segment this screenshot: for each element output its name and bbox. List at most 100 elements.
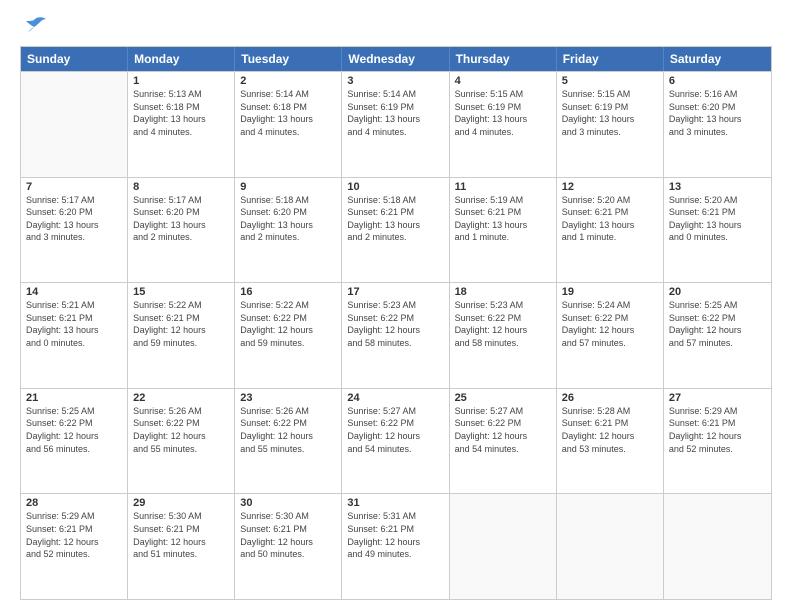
calendar-day-cell: 18Sunrise: 5:23 AM Sunset: 6:22 PM Dayli… <box>450 283 557 388</box>
day-number: 20 <box>669 286 766 298</box>
day-number: 15 <box>133 286 229 298</box>
day-number: 23 <box>240 392 336 404</box>
calendar: SundayMondayTuesdayWednesdayThursdayFrid… <box>20 46 772 600</box>
calendar-day-cell: 27Sunrise: 5:29 AM Sunset: 6:21 PM Dayli… <box>664 389 771 494</box>
day-number: 2 <box>240 75 336 87</box>
calendar-day-cell: 4Sunrise: 5:15 AM Sunset: 6:19 PM Daylig… <box>450 72 557 177</box>
calendar-day-cell: 14Sunrise: 5:21 AM Sunset: 6:21 PM Dayli… <box>21 283 128 388</box>
day-number: 5 <box>562 75 658 87</box>
calendar-week-row: 21Sunrise: 5:25 AM Sunset: 6:22 PM Dayli… <box>21 388 771 494</box>
calendar-week-row: 7Sunrise: 5:17 AM Sunset: 6:20 PM Daylig… <box>21 177 771 283</box>
day-info: Sunrise: 5:30 AM Sunset: 6:21 PM Dayligh… <box>133 510 229 560</box>
calendar-week-row: 14Sunrise: 5:21 AM Sunset: 6:21 PM Dayli… <box>21 282 771 388</box>
calendar-day-cell <box>450 494 557 599</box>
day-number: 10 <box>347 181 443 193</box>
calendar-day-cell <box>557 494 664 599</box>
day-number: 13 <box>669 181 766 193</box>
calendar-header-row: SundayMondayTuesdayWednesdayThursdayFrid… <box>21 47 771 71</box>
day-number: 12 <box>562 181 658 193</box>
day-info: Sunrise: 5:14 AM Sunset: 6:18 PM Dayligh… <box>240 88 336 138</box>
calendar-day-cell: 22Sunrise: 5:26 AM Sunset: 6:22 PM Dayli… <box>128 389 235 494</box>
day-number: 19 <box>562 286 658 298</box>
logo-bird-icon <box>20 16 48 38</box>
calendar-day-cell: 15Sunrise: 5:22 AM Sunset: 6:21 PM Dayli… <box>128 283 235 388</box>
day-number: 1 <box>133 75 229 87</box>
calendar-header-cell: Friday <box>557 47 664 71</box>
day-info: Sunrise: 5:15 AM Sunset: 6:19 PM Dayligh… <box>562 88 658 138</box>
calendar-day-cell: 1Sunrise: 5:13 AM Sunset: 6:18 PM Daylig… <box>128 72 235 177</box>
day-number: 4 <box>455 75 551 87</box>
day-number: 3 <box>347 75 443 87</box>
calendar-body: 1Sunrise: 5:13 AM Sunset: 6:18 PM Daylig… <box>21 71 771 599</box>
day-number: 22 <box>133 392 229 404</box>
calendar-day-cell: 20Sunrise: 5:25 AM Sunset: 6:22 PM Dayli… <box>664 283 771 388</box>
calendar-header-cell: Tuesday <box>235 47 342 71</box>
day-number: 16 <box>240 286 336 298</box>
calendar-day-cell: 29Sunrise: 5:30 AM Sunset: 6:21 PM Dayli… <box>128 494 235 599</box>
day-number: 24 <box>347 392 443 404</box>
day-info: Sunrise: 5:25 AM Sunset: 6:22 PM Dayligh… <box>26 405 122 455</box>
day-info: Sunrise: 5:18 AM Sunset: 6:20 PM Dayligh… <box>240 194 336 244</box>
day-info: Sunrise: 5:24 AM Sunset: 6:22 PM Dayligh… <box>562 299 658 349</box>
day-number: 21 <box>26 392 122 404</box>
day-info: Sunrise: 5:22 AM Sunset: 6:22 PM Dayligh… <box>240 299 336 349</box>
day-info: Sunrise: 5:21 AM Sunset: 6:21 PM Dayligh… <box>26 299 122 349</box>
day-number: 25 <box>455 392 551 404</box>
day-info: Sunrise: 5:30 AM Sunset: 6:21 PM Dayligh… <box>240 510 336 560</box>
calendar-day-cell: 2Sunrise: 5:14 AM Sunset: 6:18 PM Daylig… <box>235 72 342 177</box>
day-info: Sunrise: 5:16 AM Sunset: 6:20 PM Dayligh… <box>669 88 766 138</box>
day-info: Sunrise: 5:17 AM Sunset: 6:20 PM Dayligh… <box>26 194 122 244</box>
day-number: 31 <box>347 497 443 509</box>
day-number: 28 <box>26 497 122 509</box>
day-number: 14 <box>26 286 122 298</box>
day-info: Sunrise: 5:27 AM Sunset: 6:22 PM Dayligh… <box>347 405 443 455</box>
calendar-day-cell: 31Sunrise: 5:31 AM Sunset: 6:21 PM Dayli… <box>342 494 449 599</box>
calendar-day-cell: 6Sunrise: 5:16 AM Sunset: 6:20 PM Daylig… <box>664 72 771 177</box>
calendar-day-cell: 26Sunrise: 5:28 AM Sunset: 6:21 PM Dayli… <box>557 389 664 494</box>
calendar-day-cell: 23Sunrise: 5:26 AM Sunset: 6:22 PM Dayli… <box>235 389 342 494</box>
day-info: Sunrise: 5:18 AM Sunset: 6:21 PM Dayligh… <box>347 194 443 244</box>
calendar-day-cell: 28Sunrise: 5:29 AM Sunset: 6:21 PM Dayli… <box>21 494 128 599</box>
calendar-week-row: 28Sunrise: 5:29 AM Sunset: 6:21 PM Dayli… <box>21 493 771 599</box>
calendar-day-cell <box>21 72 128 177</box>
calendar-day-cell: 11Sunrise: 5:19 AM Sunset: 6:21 PM Dayli… <box>450 178 557 283</box>
day-info: Sunrise: 5:20 AM Sunset: 6:21 PM Dayligh… <box>669 194 766 244</box>
calendar-day-cell: 17Sunrise: 5:23 AM Sunset: 6:22 PM Dayli… <box>342 283 449 388</box>
day-info: Sunrise: 5:26 AM Sunset: 6:22 PM Dayligh… <box>240 405 336 455</box>
day-number: 7 <box>26 181 122 193</box>
page: SundayMondayTuesdayWednesdayThursdayFrid… <box>0 0 792 612</box>
calendar-day-cell: 16Sunrise: 5:22 AM Sunset: 6:22 PM Dayli… <box>235 283 342 388</box>
day-number: 30 <box>240 497 336 509</box>
calendar-day-cell: 21Sunrise: 5:25 AM Sunset: 6:22 PM Dayli… <box>21 389 128 494</box>
calendar-day-cell: 13Sunrise: 5:20 AM Sunset: 6:21 PM Dayli… <box>664 178 771 283</box>
calendar-day-cell: 19Sunrise: 5:24 AM Sunset: 6:22 PM Dayli… <box>557 283 664 388</box>
calendar-header-cell: Thursday <box>450 47 557 71</box>
day-number: 17 <box>347 286 443 298</box>
calendar-day-cell <box>664 494 771 599</box>
day-number: 18 <box>455 286 551 298</box>
calendar-day-cell: 10Sunrise: 5:18 AM Sunset: 6:21 PM Dayli… <box>342 178 449 283</box>
calendar-header-cell: Saturday <box>664 47 771 71</box>
day-info: Sunrise: 5:20 AM Sunset: 6:21 PM Dayligh… <box>562 194 658 244</box>
day-number: 6 <box>669 75 766 87</box>
logo <box>20 16 52 38</box>
calendar-day-cell: 24Sunrise: 5:27 AM Sunset: 6:22 PM Dayli… <box>342 389 449 494</box>
calendar-day-cell: 30Sunrise: 5:30 AM Sunset: 6:21 PM Dayli… <box>235 494 342 599</box>
day-info: Sunrise: 5:29 AM Sunset: 6:21 PM Dayligh… <box>26 510 122 560</box>
day-info: Sunrise: 5:17 AM Sunset: 6:20 PM Dayligh… <box>133 194 229 244</box>
calendar-day-cell: 7Sunrise: 5:17 AM Sunset: 6:20 PM Daylig… <box>21 178 128 283</box>
calendar-day-cell: 12Sunrise: 5:20 AM Sunset: 6:21 PM Dayli… <box>557 178 664 283</box>
day-info: Sunrise: 5:26 AM Sunset: 6:22 PM Dayligh… <box>133 405 229 455</box>
day-info: Sunrise: 5:13 AM Sunset: 6:18 PM Dayligh… <box>133 88 229 138</box>
day-info: Sunrise: 5:22 AM Sunset: 6:21 PM Dayligh… <box>133 299 229 349</box>
day-info: Sunrise: 5:25 AM Sunset: 6:22 PM Dayligh… <box>669 299 766 349</box>
day-info: Sunrise: 5:19 AM Sunset: 6:21 PM Dayligh… <box>455 194 551 244</box>
calendar-header-cell: Sunday <box>21 47 128 71</box>
calendar-header-cell: Wednesday <box>342 47 449 71</box>
day-info: Sunrise: 5:23 AM Sunset: 6:22 PM Dayligh… <box>347 299 443 349</box>
day-number: 8 <box>133 181 229 193</box>
day-info: Sunrise: 5:15 AM Sunset: 6:19 PM Dayligh… <box>455 88 551 138</box>
calendar-day-cell: 9Sunrise: 5:18 AM Sunset: 6:20 PM Daylig… <box>235 178 342 283</box>
day-number: 27 <box>669 392 766 404</box>
day-number: 26 <box>562 392 658 404</box>
